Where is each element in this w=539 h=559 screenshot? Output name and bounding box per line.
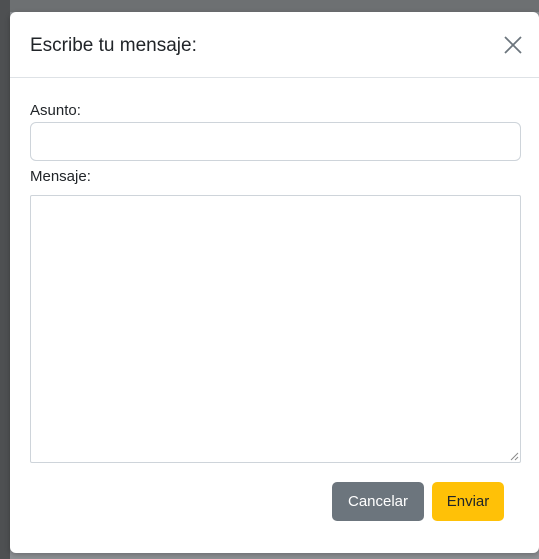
close-button[interactable] bbox=[502, 34, 524, 56]
message-label: Mensaje: bbox=[30, 168, 91, 185]
cancel-button[interactable]: Cancelar bbox=[332, 482, 424, 521]
send-button[interactable]: Enviar bbox=[432, 482, 504, 521]
message-modal: Escribe tu mensaje: Asunto: Mensaje: Can… bbox=[10, 12, 539, 553]
message-textarea[interactable] bbox=[30, 195, 521, 463]
close-icon bbox=[504, 36, 522, 54]
backdrop-top-strip bbox=[0, 0, 539, 12]
subject-label: Asunto: bbox=[30, 102, 81, 119]
modal-title: Escribe tu mensaje: bbox=[30, 35, 197, 56]
resize-handle-icon[interactable] bbox=[509, 451, 519, 461]
backdrop-left-strip bbox=[0, 0, 10, 559]
modal-header: Escribe tu mensaje: bbox=[10, 12, 539, 78]
subject-input[interactable] bbox=[30, 122, 521, 161]
